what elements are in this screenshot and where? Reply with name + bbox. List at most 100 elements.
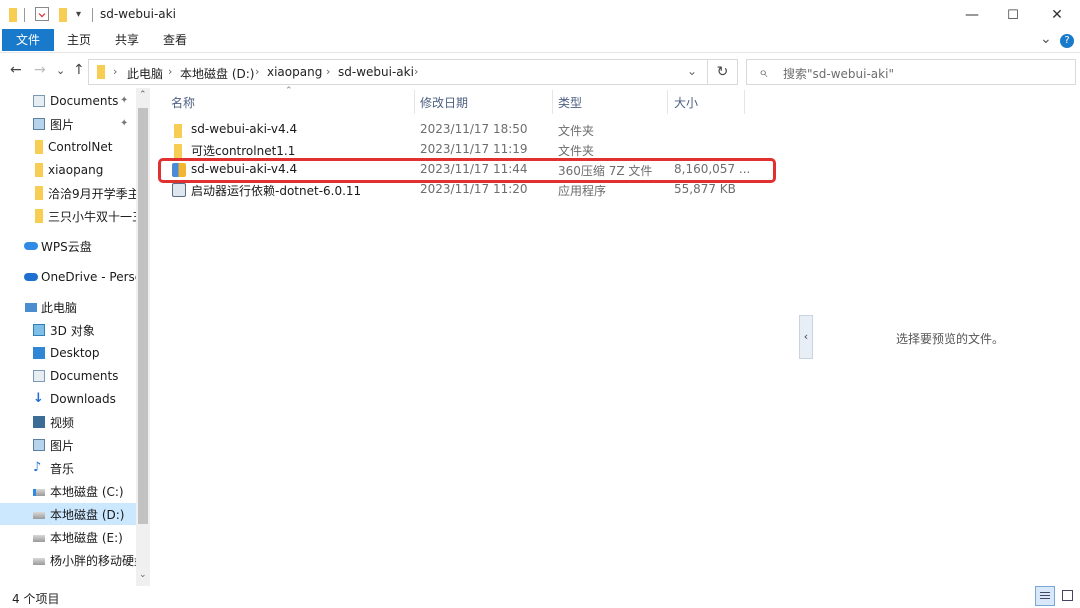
file-type: 文件夹 xyxy=(558,124,595,138)
sidebar-item-3d-objects[interactable]: 3D 对象 xyxy=(0,319,136,341)
forward-button[interactable]: → xyxy=(34,62,46,78)
minimize-button[interactable]: — xyxy=(949,0,995,30)
sidebar-item-music[interactable]: ♪ 音乐 xyxy=(0,457,136,479)
sidebar-item-label: OneDrive - Persc xyxy=(41,270,136,284)
ribbon: 文件 主页 共享 查看 ⌄ ? xyxy=(0,29,1080,53)
column-divider[interactable] xyxy=(414,90,415,114)
breadcrumb-sd-webui-aki[interactable]: sd-webui-aki xyxy=(338,65,414,79)
chevron-right-icon: › xyxy=(414,65,419,78)
help-icon[interactable]: ? xyxy=(1060,34,1074,48)
scroll-down-icon[interactable]: ⌄ xyxy=(139,570,147,580)
music-icon: ♪ xyxy=(33,460,42,475)
sidebar-item-videos[interactable]: 视频 xyxy=(0,411,136,433)
refresh-button[interactable]: ↻ xyxy=(708,59,738,85)
large-icons-view-button[interactable] xyxy=(1058,586,1078,606)
sidebar-item-onedrive[interactable]: OneDrive - Persc xyxy=(0,266,136,288)
drive-e-icon xyxy=(33,535,45,542)
chevron-right-icon: › xyxy=(168,65,173,78)
sidebar-item-pictures[interactable]: 图片 xyxy=(0,434,136,456)
sidebar-item-pictures-pinned[interactable]: 图片 xyxy=(0,113,136,135)
tab-view[interactable]: 查看 xyxy=(150,29,200,51)
sidebar-item-label: 三只小牛双十一三 xyxy=(48,209,136,224)
column-header-name[interactable]: 名称 xyxy=(171,94,195,111)
file-name: sd-webui-aki-v4.4 xyxy=(191,122,298,136)
up-button[interactable]: ↑ xyxy=(73,62,85,78)
sidebar-item-wps-cloud[interactable]: WPS云盘 xyxy=(0,235,136,257)
file-modified: 2023/11/17 11:20 xyxy=(420,182,528,196)
ribbon-expand-icon[interactable]: ⌄ xyxy=(1040,31,1052,47)
sidebar-item-this-pc[interactable]: 此电脑 xyxy=(0,296,136,318)
details-view-button[interactable] xyxy=(1035,586,1055,606)
sidebar-item-label: 此电脑 xyxy=(41,300,78,315)
sidebar-item-usb-drive[interactable]: 杨小胖的移动硬盘 xyxy=(0,549,136,571)
address-bar[interactable]: › 此电脑 › 本地磁盘 (D:) › xiaopang › sd-webui-… xyxy=(88,59,708,85)
large-icons-view-icon xyxy=(1062,590,1073,601)
tab-file[interactable]: 文件 xyxy=(2,29,54,51)
sidebar-item-label: 本地磁盘 (C:) xyxy=(50,484,124,499)
sidebar-item-label: Desktop xyxy=(50,346,100,360)
scroll-up-icon[interactable]: ⌃ xyxy=(139,90,147,100)
preview-pane-toggle[interactable]: ‹ xyxy=(799,315,813,359)
new-folder-icon[interactable] xyxy=(59,8,67,22)
file-name: 可选controlnet1.1 xyxy=(191,144,296,158)
sidebar-item-label: 洽洽9月开学季主 xyxy=(48,186,136,201)
folder-icon xyxy=(9,8,17,22)
column-divider[interactable] xyxy=(552,90,553,114)
preview-message: 选择要预览的文件。 xyxy=(896,332,1005,346)
sidebar-item-documents-pinned[interactable]: Documents xyxy=(0,90,136,112)
column-divider[interactable] xyxy=(667,90,668,114)
file-row[interactable]: 可选controlnet1.1 2023/11/17 11:19 文件夹 xyxy=(160,140,775,160)
column-divider[interactable] xyxy=(744,90,745,114)
sidebar-item-downloads[interactable]: ↓ Downloads xyxy=(0,388,136,410)
back-button[interactable]: ← xyxy=(10,62,22,78)
sidebar-item-label: 音乐 xyxy=(50,461,75,476)
address-dropdown-icon[interactable]: ⌄ xyxy=(687,64,697,78)
pc-icon xyxy=(25,302,37,312)
file-row[interactable]: sd-webui-aki-v4.4 2023/11/17 18:50 文件夹 xyxy=(160,120,775,140)
sidebar-item-drive-e[interactable]: 本地磁盘 (E:) xyxy=(0,526,136,548)
sidebar-item-desktop[interactable]: Desktop xyxy=(0,342,136,364)
sidebar-item-label: WPS云盘 xyxy=(41,239,92,254)
drive-d-icon xyxy=(33,512,45,519)
pictures-icon xyxy=(33,118,45,130)
drive-c-icon xyxy=(33,489,45,496)
sidebar-item-controlnet[interactable]: ControlNet xyxy=(0,136,136,158)
status-item-count: 4 个项目 xyxy=(12,592,60,606)
chevron-right-icon: › xyxy=(326,65,331,78)
file-modified: 2023/11/17 18:50 xyxy=(420,122,528,136)
maximize-button[interactable]: ☐ xyxy=(990,0,1036,30)
column-header-size[interactable]: 大小 xyxy=(674,94,698,111)
close-button[interactable]: ✕ xyxy=(1034,0,1080,30)
cloud-icon xyxy=(24,242,38,250)
sidebar-item-sanzhixiaoniu[interactable]: 三只小牛双十一三 xyxy=(0,205,136,227)
navigation-bar: ← → ⌄ ↑ › 此电脑 › 本地磁盘 (D:) › xiaopang › s… xyxy=(0,56,1080,86)
column-header-type[interactable]: 类型 xyxy=(558,94,582,111)
tab-share[interactable]: 共享 xyxy=(102,29,152,51)
sidebar-item-label: 图片 xyxy=(50,438,75,453)
onedrive-icon xyxy=(24,273,38,281)
file-type: 应用程序 xyxy=(558,184,607,198)
title-bar: ▾ sd-webui-aki — ☐ ✕ xyxy=(0,0,1080,30)
sidebar-item-documents[interactable]: Documents xyxy=(0,365,136,387)
quick-access-dropdown-icon[interactable]: ▾ xyxy=(76,9,81,25)
sidebar-item-qiaqia[interactable]: 洽洽9月开学季主 xyxy=(0,182,136,204)
search-input[interactable]: ⌕ 搜索"sd-webui-aki" xyxy=(746,59,1076,85)
file-modified: 2023/11/17 11:19 xyxy=(420,142,528,156)
file-row[interactable]: 启动器运行依赖-dotnet-6.0.11 2023/11/17 11:20 应… xyxy=(160,180,775,200)
sidebar-scrollbar-thumb[interactable] xyxy=(138,108,148,524)
navigation-pane: Documents ✦ 图片 ✦ ControlNet xiaopang 洽洽9… xyxy=(0,88,150,586)
breadcrumb-drive-d[interactable]: 本地磁盘 (D:) xyxy=(180,65,254,82)
column-header-modified[interactable]: 修改日期 xyxy=(420,94,468,111)
tab-home[interactable]: 主页 xyxy=(54,29,104,51)
sidebar-item-drive-d[interactable]: 本地磁盘 (D:) xyxy=(0,503,136,525)
properties-icon[interactable] xyxy=(35,7,49,21)
search-placeholder: 搜索"sd-webui-aki" xyxy=(783,67,894,81)
breadcrumb-xiaopang[interactable]: xiaopang xyxy=(267,65,322,79)
folder-icon xyxy=(97,65,105,79)
recent-locations-button[interactable]: ⌄ xyxy=(56,64,65,77)
breadcrumb-this-pc[interactable]: 此电脑 xyxy=(127,65,163,82)
sidebar-item-label: 3D 对象 xyxy=(50,323,95,338)
sidebar-item-drive-c[interactable]: 本地磁盘 (C:) xyxy=(0,480,136,502)
file-type: 文件夹 xyxy=(558,144,595,158)
sidebar-item-xiaopang[interactable]: xiaopang xyxy=(0,159,136,181)
